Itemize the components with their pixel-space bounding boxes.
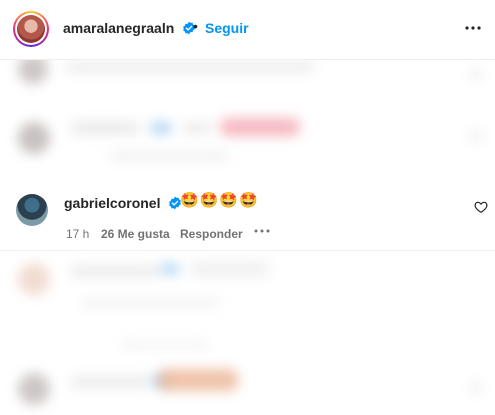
blurred-heart xyxy=(470,381,482,393)
author-username-text[interactable]: amaralanegraaln xyxy=(63,20,174,36)
blurred-avatar xyxy=(18,122,50,154)
commenter-avatar[interactable] xyxy=(16,194,48,226)
blurred-comments-bottom xyxy=(0,251,495,415)
comment-text: 🤩🤩🤩🤩 xyxy=(180,192,259,209)
blurred-meta xyxy=(120,341,210,349)
blurred-text xyxy=(70,122,140,134)
more-options-icon[interactable] xyxy=(463,18,483,38)
author-avatar[interactable] xyxy=(13,11,49,47)
blurred-emoji xyxy=(158,369,238,391)
separator-dot: • xyxy=(193,18,198,34)
blurred-meta xyxy=(110,152,230,160)
comment-time[interactable]: 17 h xyxy=(66,227,89,241)
author-username[interactable]: amaralanegraaln xyxy=(63,20,196,36)
post-header: amaralanegraaln • Seguir xyxy=(0,0,495,60)
blurred-text xyxy=(70,376,150,388)
blurred-avatar xyxy=(18,373,50,405)
blurred-avatar xyxy=(18,263,50,295)
blurred-text xyxy=(190,261,270,277)
more-options-icon[interactable] xyxy=(253,223,271,239)
commenter-username[interactable]: gabrielcoronel xyxy=(64,195,182,211)
blurred-emoji xyxy=(220,118,300,136)
follow-button[interactable]: Seguir xyxy=(205,20,249,36)
blurred-heart xyxy=(470,68,482,80)
reply-button[interactable]: Responder xyxy=(180,227,243,241)
blurred-comments-top xyxy=(0,60,495,175)
blurred-heart xyxy=(470,130,482,142)
blurred-text xyxy=(182,122,212,134)
blurred-text xyxy=(65,62,315,72)
commenter-username-text[interactable]: gabrielcoronel xyxy=(64,195,160,211)
blurred-badge xyxy=(160,263,180,275)
blurred-badge xyxy=(150,122,172,134)
heart-icon[interactable] xyxy=(474,200,488,214)
blurred-meta xyxy=(80,299,220,307)
blurred-avatar xyxy=(18,60,48,84)
blurred-text xyxy=(70,265,160,277)
comment-likes[interactable]: 26 Me gusta xyxy=(101,227,170,241)
